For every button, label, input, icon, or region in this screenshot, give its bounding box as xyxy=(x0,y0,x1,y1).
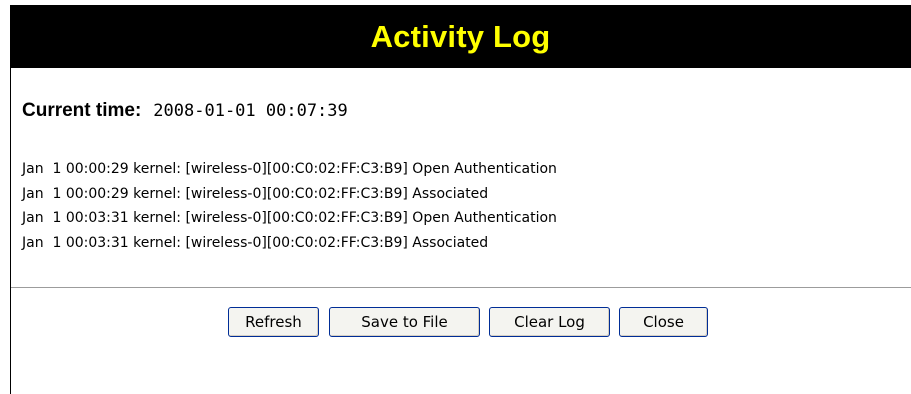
divider xyxy=(11,287,911,288)
page-title: Activity Log xyxy=(370,18,551,54)
save-to-file-button[interactable]: Save to File xyxy=(329,307,480,337)
activity-log-list: Jan 1 00:00:29 kernel: [wireless-0][00:C… xyxy=(22,157,892,255)
current-time-label: Current time: xyxy=(22,100,142,121)
log-entry: Jan 1 00:00:29 kernel: [wireless-0][00:C… xyxy=(22,161,557,177)
close-button[interactable]: Close xyxy=(619,307,708,337)
current-time-row: Current time: 2008-01-01 00:07:39 xyxy=(22,100,348,124)
refresh-button[interactable]: Refresh xyxy=(228,307,319,337)
clear-log-button[interactable]: Clear Log xyxy=(489,307,610,337)
log-entry: Jan 1 00:03:31 kernel: [wireless-0][00:C… xyxy=(22,234,489,251)
log-entry: Jan 1 00:03:31 kernel: [wireless-0][00:C… xyxy=(22,210,557,226)
button-bar: Refresh Save to File Clear Log Close xyxy=(0,307,911,337)
title-bar: Activity Log xyxy=(10,5,911,68)
current-time-value: 2008-01-01 00:07:39 xyxy=(153,101,348,121)
log-entry: Jan 1 00:00:29 kernel: [wireless-0][00:C… xyxy=(22,185,489,202)
